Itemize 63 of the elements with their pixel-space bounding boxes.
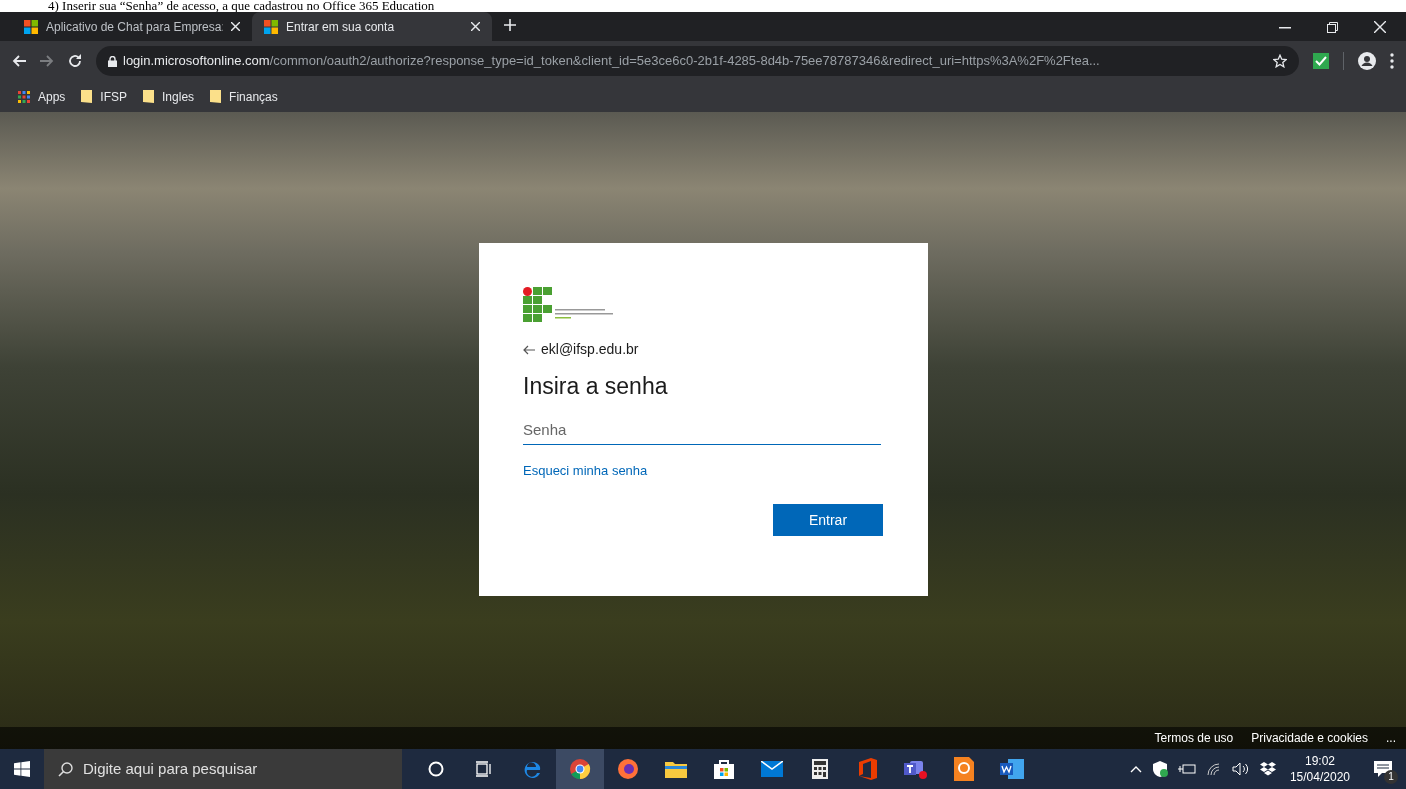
minimize-icon[interactable] (1279, 27, 1291, 29)
dropbox-icon[interactable] (1259, 762, 1276, 776)
url-text: login.microsoftonline.com/common/oauth2/authorize?response_type=id_token&client_id=5e3ce6c0-2b1f-4285-8d4b-75ee78787346&redirect_uri=https%3A%2F%2Ftea... (123, 52, 1100, 71)
windows-start-icon[interactable] (14, 761, 30, 777)
speaker-icon[interactable] (1231, 762, 1250, 776)
extension-check-icon[interactable] (1313, 53, 1329, 69)
reload-icon[interactable] (68, 54, 82, 68)
notification-center-button[interactable]: 1 (1370, 756, 1396, 782)
bookmark[interactable]: Finanças (210, 87, 278, 106)
notification-count: 1 (1384, 770, 1398, 784)
plus-icon (504, 19, 516, 31)
sign-in-button[interactable]: Entrar (773, 504, 883, 537)
folder-icon[interactable] (665, 760, 687, 778)
word-icon[interactable] (1000, 759, 1024, 779)
restore-icon[interactable] (1327, 22, 1338, 33)
office-icon[interactable] (859, 758, 877, 780)
squares-logo-icon (264, 19, 278, 34)
document-caption: 4) Inserir sua “Senha” de acesso, a que cadastrou no Office 365 Education (48, 0, 435, 12)
profile-icon[interactable] (1358, 52, 1376, 70)
footer-link[interactable]: Privacidade e cookies (1251, 729, 1368, 747)
taskbar-search-field[interactable]: Digite aqui para pesquisar (44, 749, 402, 789)
browser-tab[interactable]: Aplicativo de Chat para Empresa: (12, 12, 252, 41)
back-arrow-icon[interactable] (523, 344, 535, 355)
pdf-reader-icon[interactable] (954, 757, 974, 781)
folder-icon (143, 90, 155, 103)
close-icon[interactable] (471, 22, 480, 31)
chevron-up-icon[interactable] (1129, 765, 1142, 773)
mail-envelope-icon[interactable] (761, 761, 783, 777)
footer-link[interactable]: ... (1386, 729, 1396, 747)
forgot-password-link[interactable]: Esqueci minha senha (523, 460, 648, 481)
lock-icon (108, 55, 117, 67)
forward-arrow-icon[interactable] (40, 55, 54, 67)
firefox-icon[interactable] (617, 758, 639, 780)
account-email: ekl@ifsp.edu.br (541, 340, 639, 359)
close-icon[interactable] (1374, 21, 1386, 33)
bookmark[interactable]: Apps (18, 87, 66, 106)
tab-title: Aplicativo de Chat para Empresa: (46, 18, 223, 36)
bookmark[interactable]: Ingles (143, 87, 195, 106)
address-bar[interactable]: login.microsoftonline.com/common/oauth2/authorize?response_type=id_token&client_id=5e3ce6c0-2b1f-4285-8d4b-75ee78787346&redirect_uri=https%3A%2F%2Ftea... (96, 46, 1299, 76)
bookmark[interactable]: IFSP (81, 87, 128, 106)
chrome-browser-icon[interactable] (569, 758, 591, 780)
tab-title: Entrar em sua conta (286, 18, 396, 36)
folder-icon (210, 90, 222, 103)
star-icon[interactable] (1273, 54, 1287, 68)
shield-icon[interactable] (1151, 761, 1168, 777)
cortana-circle-icon[interactable] (428, 761, 444, 777)
search-icon (58, 761, 73, 777)
task-view-icon[interactable] (476, 761, 492, 777)
login-heading: Insira a senha (523, 372, 669, 401)
apps-grid-icon (18, 90, 30, 103)
wifi-icon[interactable] (1205, 762, 1222, 776)
close-icon[interactable] (231, 22, 240, 31)
footer-link[interactable]: Termos de uso (1154, 729, 1234, 747)
store-bag-icon[interactable] (714, 759, 734, 779)
squares-logo-icon (24, 19, 38, 34)
password-field[interactable]: Senha (523, 414, 881, 445)
browser-tab[interactable]: Entrar em sua conta (252, 12, 492, 41)
menu-icon[interactable] (1390, 53, 1394, 69)
calculator-icon[interactable] (812, 759, 828, 779)
teams-icon[interactable] (904, 758, 928, 780)
folder-icon (81, 90, 93, 103)
battery-plug-icon[interactable] (1177, 763, 1196, 775)
clock[interactable]: 19:02 15/04/2020 (1285, 753, 1354, 785)
